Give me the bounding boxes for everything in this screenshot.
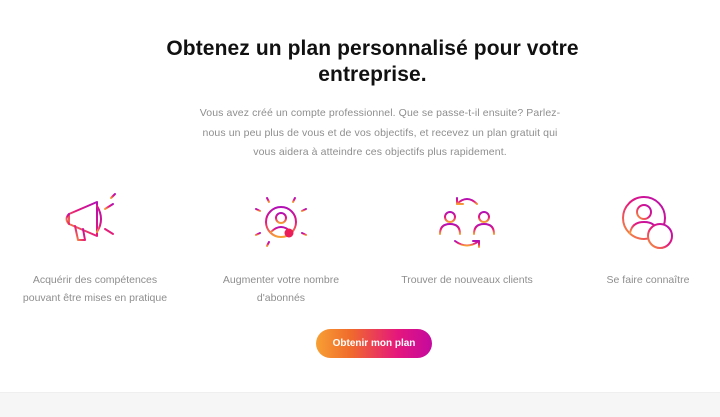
page-title-line2: entreprise. [318, 63, 427, 86]
feature-followers-label: Augmenter votre nombre d'abonnés [191, 271, 371, 307]
page-title: Obtenez un plan personnalisé pour votre … [0, 36, 720, 88]
page-title-line1: Obtenez un plan personnalisé pour votre [166, 37, 579, 60]
intro-line2: nous un peu plus de vous et de vos objec… [202, 126, 558, 139]
megaphone-icon [65, 193, 118, 247]
feature-awareness-label: Se faire connaître [558, 271, 720, 289]
feature-clients-line1: Trouver de nouveaux clients [401, 274, 533, 286]
feature-followers-line2: d'abonnés [256, 292, 306, 304]
feature-followers-line1: Augmenter votre nombre [222, 274, 340, 286]
new-clients-icon [439, 197, 495, 248]
audience-growth-icon [251, 193, 311, 251]
feature-awareness-line1: Se faire connaître [606, 274, 690, 286]
feature-skills-line2: pouvant être mises en pratique [22, 292, 168, 304]
add-user-icon [622, 196, 673, 249]
footer-band [0, 392, 720, 417]
feature-skills-line1: Acquérir des compétences [32, 274, 158, 286]
intro-line1: Vous avez créé un compte professionnel. … [199, 107, 561, 119]
feature-skills-label: Acquérir des compétences pouvant être mi… [5, 271, 185, 307]
intro-line3: vous aidera à atteindre ces objectifs pl… [253, 146, 507, 158]
intro-text: Vous avez créé un compte professionnel. … [180, 104, 580, 163]
get-plan-button[interactable]: Obtenir mon plan [316, 329, 432, 358]
feature-clients-label: Trouver de nouveaux clients [377, 271, 557, 289]
